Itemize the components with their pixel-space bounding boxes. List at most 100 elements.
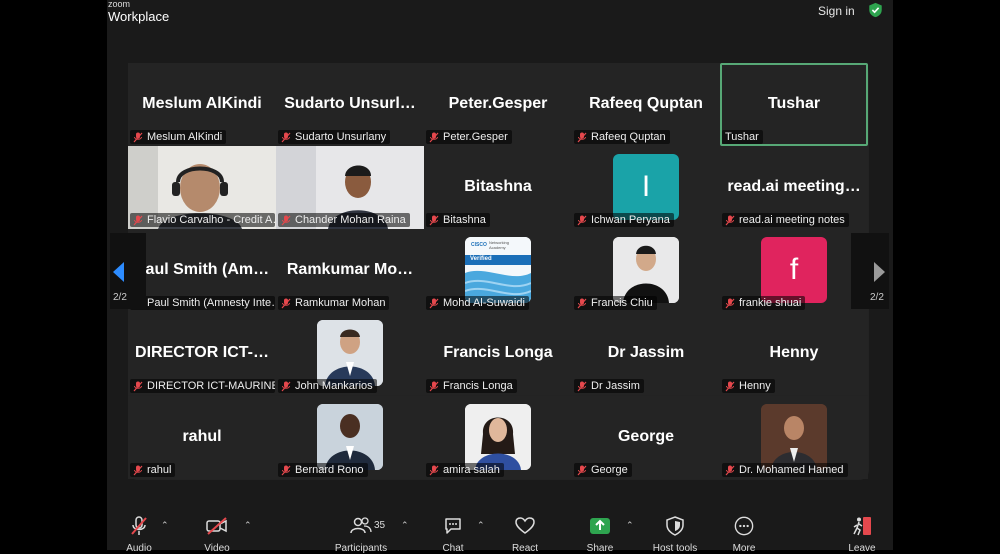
participant-tile[interactable]: Sudarto Unsurl… Sudarto Unsurlany <box>276 63 424 146</box>
participant-label: John Mankarios <box>278 379 377 393</box>
react-button[interactable]: React <box>510 516 540 554</box>
participant-name-display: George <box>617 428 674 445</box>
participant-tile[interactable]: I Ichwan Peryana <box>572 146 720 229</box>
participant-tile[interactable]: amira salah <box>424 396 572 479</box>
chat-bubble-icon <box>445 518 461 534</box>
sign-in-link[interactable]: Sign in <box>818 4 855 18</box>
participant-tile[interactable]: rahul rahul <box>128 396 276 479</box>
participant-tile[interactable]: Francis Longa Francis Longa <box>424 312 572 395</box>
participant-label-text: Bitashna <box>443 214 486 226</box>
participant-tile[interactable]: Peter.Gesper Peter.Gesper <box>424 63 572 146</box>
participant-name-display: Tushar <box>767 95 821 112</box>
participant-photo-avatar <box>317 404 383 470</box>
participant-photo-avatar <box>317 320 383 386</box>
share-options-caret-icon[interactable]: ⌃ <box>626 520 634 531</box>
mic-muted-icon <box>577 465 587 475</box>
participant-avatar: I <box>613 154 679 220</box>
participant-tile[interactable]: Rafeeq Quptan Rafeeq Quptan <box>572 63 720 146</box>
mic-muted-icon <box>429 215 439 225</box>
participant-tile[interactable]: Bernard Rono <box>276 396 424 479</box>
participant-label-text: George <box>591 464 628 476</box>
participant-label-text: Paul Smith (Amnesty Inte… <box>147 297 275 309</box>
participant-tile[interactable]: Paul Smith (Am… Paul Smith (Amnesty Inte… <box>128 229 276 312</box>
participant-tile[interactable]: Ramkumar Mo… Ramkumar Mohan <box>276 229 424 312</box>
participant-label: Rafeeq Quptan <box>574 130 670 144</box>
participant-label: DIRECTOR ICT-MAURINE … <box>130 379 275 393</box>
participant-avatar: f <box>761 237 827 303</box>
participant-label-text: Dr. Mohamed Hamed <box>739 464 844 476</box>
video-button[interactable]: Video <box>202 516 232 554</box>
participants-options-caret-icon[interactable]: ⌃ <box>401 520 409 531</box>
audio-options-caret-icon[interactable]: ⌃ <box>161 520 169 531</box>
more-label: More <box>732 543 756 554</box>
chat-label: Chat <box>442 543 464 554</box>
participant-tile[interactable]: read.ai meeting… read.ai meeting notes <box>720 146 868 229</box>
brand-small: zoom <box>108 0 131 9</box>
participant-label-text: Ichwan Peryana <box>591 214 670 226</box>
video-label: Video <box>204 543 230 554</box>
cisco-brand: CISCO <box>471 242 487 248</box>
audio-button[interactable]: Audio <box>124 516 154 554</box>
brand-name: Workplace <box>108 9 170 24</box>
chevron-right-icon <box>874 262 885 282</box>
participant-video-tile[interactable]: Chander Mohan Raina <box>276 146 424 229</box>
mic-muted-icon <box>725 381 735 391</box>
mic-muted-icon <box>281 132 291 142</box>
participant-photo <box>317 320 383 386</box>
mic-muted-icon <box>429 465 439 475</box>
participant-photo-avatar <box>465 404 531 470</box>
participant-label: Flavio Carvalho - Credit A… <box>130 213 275 227</box>
participant-tile-active-speaker[interactable]: Tushar Tushar <box>720 63 868 146</box>
participant-name-display: Henny <box>769 344 819 361</box>
participant-tile[interactable]: Meslum AlKindi Meslum AlKindi <box>128 63 276 146</box>
react-label: React <box>511 543 539 554</box>
participant-name-display: Meslum AlKindi <box>142 95 262 112</box>
participant-label-text: Ramkumar Mohan <box>295 297 386 309</box>
participant-label: Peter.Gesper <box>426 130 512 144</box>
leave-button[interactable]: Leave <box>847 516 877 554</box>
participant-label-text: Francis Longa <box>443 380 513 392</box>
participant-label-text: read.ai meeting notes <box>739 214 845 226</box>
participant-label-text: rahul <box>147 464 172 476</box>
participant-photo <box>613 237 679 303</box>
audio-label: Audio <box>126 543 152 554</box>
participant-label: Francis Chiu <box>574 296 657 310</box>
participant-label: Ichwan Peryana <box>574 213 674 227</box>
participant-tile[interactable]: Dr. Mohamed Hamed <box>720 396 868 479</box>
participant-label-text: Bernard Rono <box>295 464 364 476</box>
mic-muted-icon <box>577 381 587 391</box>
participant-tile[interactable]: Henny Henny <box>720 312 868 395</box>
participant-label-text: Mohd Al-Suwaidi <box>443 297 525 309</box>
participant-tile[interactable]: Francis Chiu <box>572 229 720 312</box>
participant-tile[interactable]: Bitashna Bitashna <box>424 146 572 229</box>
participant-video-tile[interactable]: Flavio Carvalho - Credit A… <box>128 146 276 229</box>
participants-count: 35 <box>374 520 386 531</box>
video-options-caret-icon[interactable]: ⌃ <box>244 520 252 531</box>
leave-door-icon <box>853 517 871 536</box>
participant-label-text: Tushar <box>725 131 759 143</box>
participant-tile[interactable]: Dr Jassim Dr Jassim <box>572 312 720 395</box>
share-button[interactable]: Share <box>585 516 615 554</box>
mic-muted-icon <box>133 132 143 142</box>
participant-label: Dr Jassim <box>574 379 644 393</box>
chat-options-caret-icon[interactable]: ⌃ <box>477 520 485 531</box>
participant-label: Meslum AlKindi <box>130 130 227 144</box>
participant-tile[interactable]: John Mankarios <box>276 312 424 395</box>
participant-tile[interactable]: DIRECTOR ICT-… DIRECTOR ICT-MAURINE … <box>128 312 276 395</box>
participant-label-text: Henny <box>739 380 771 392</box>
participant-name-display: Peter.Gesper <box>448 95 548 112</box>
security-shield-icon[interactable] <box>868 2 883 18</box>
participant-name-display: Dr Jassim <box>607 344 685 361</box>
participant-tile[interactable]: f frankie shuai <box>720 229 868 312</box>
participant-label-text: frankie shuai <box>739 297 802 309</box>
host-tools-button[interactable]: Host tools <box>648 516 702 554</box>
chevron-left-icon <box>113 262 124 282</box>
mic-muted-icon <box>725 465 735 475</box>
participant-tile[interactable]: CISCO Networking Academy Verified Mohd A… <box>424 229 572 312</box>
participant-label-text: Flavio Carvalho - Credit A… <box>147 214 275 226</box>
participant-label-text: Chander Mohan Raina <box>295 214 406 226</box>
participant-name-display: DIRECTOR ICT-… <box>135 344 269 361</box>
participant-tile[interactable]: George George <box>572 396 720 479</box>
more-button[interactable]: More <box>730 516 758 554</box>
chat-button[interactable]: Chat <box>440 516 466 554</box>
